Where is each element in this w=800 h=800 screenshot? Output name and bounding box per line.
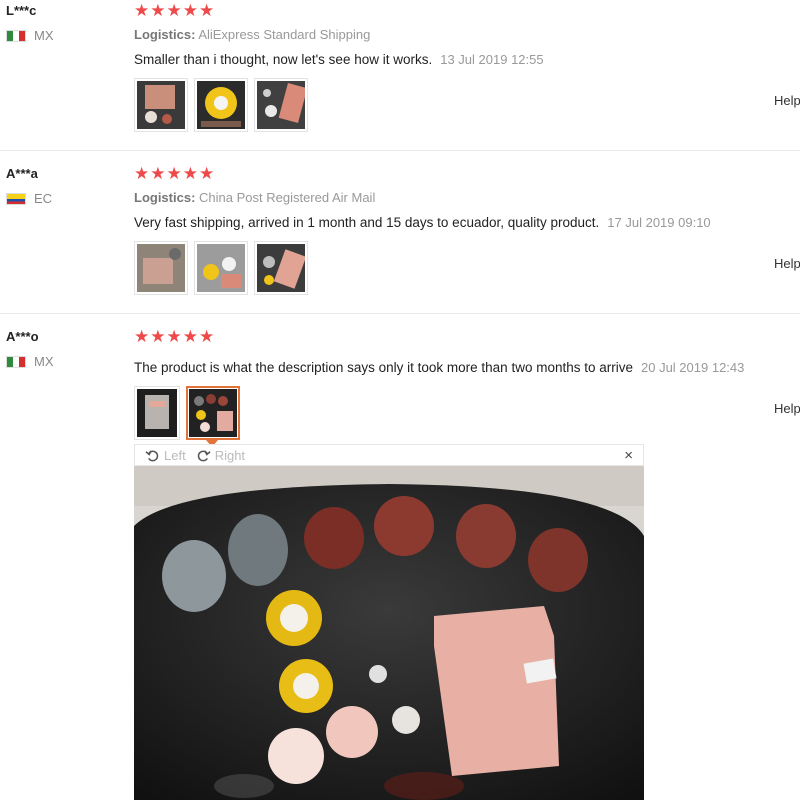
review-photo-thumbnail[interactable] <box>134 78 188 132</box>
review-text-line: The product is what the description says… <box>134 360 744 375</box>
review-date: 20 Jul 2019 12:43 <box>641 360 745 375</box>
review-photo-image <box>197 244 245 292</box>
flag-mx-icon <box>6 29 26 42</box>
review-photo-image <box>197 81 245 129</box>
logistics-info: Logistics: AliExpress Standard Shipping <box>134 27 370 42</box>
enlarged-photo-image <box>134 466 644 800</box>
review-photo-thumbnails <box>134 78 308 132</box>
reviewer-name: L***c <box>6 3 37 18</box>
review-photo-thumbnails <box>134 241 308 295</box>
reviewer-name: A***o <box>6 329 39 344</box>
review-text: Very fast shipping, arrived in 1 month a… <box>134 215 600 230</box>
flag-mx-icon <box>6 355 26 368</box>
review-photo-thumbnails <box>134 386 240 447</box>
logistics-label: Logistics: <box>134 27 196 42</box>
review-divider <box>0 150 800 151</box>
close-icon[interactable]: × <box>624 447 633 464</box>
review-item: A***a EC ★★★★★ Logistics: China Post Reg… <box>0 163 800 313</box>
help-link[interactable]: Help <box>774 401 800 416</box>
review-photo-thumbnail[interactable] <box>194 78 248 132</box>
review-date: 13 Jul 2019 12:55 <box>440 52 544 67</box>
logistics-info: Logistics: China Post Registered Air Mai… <box>134 190 375 205</box>
rotate-right-button[interactable]: Right <box>196 448 245 463</box>
review-photo-image <box>137 244 185 292</box>
review-divider <box>0 313 800 314</box>
review-text-line: Very fast shipping, arrived in 1 month a… <box>134 215 711 230</box>
star-rating: ★★★★★ <box>134 164 216 183</box>
country-code: MX <box>34 28 54 43</box>
star-rating: ★★★★★ <box>134 327 216 346</box>
reviewer-country: MX <box>6 28 54 43</box>
rotate-left-button[interactable]: Left <box>145 448 186 463</box>
reviewer-name: A***a <box>6 166 38 181</box>
star-rating: ★★★★★ <box>134 1 216 20</box>
country-code: EC <box>34 191 53 206</box>
logistics-value: AliExpress Standard Shipping <box>198 27 371 42</box>
flag-ec-icon <box>6 192 26 205</box>
rotate-left-label: Left <box>164 447 186 463</box>
review-photo-thumbnail[interactable] <box>134 241 188 295</box>
review-item: L***c MX ★★★★★ Logistics: AliExpress Sta… <box>0 0 800 150</box>
review-text-line: Smaller than i thought, now let's see ho… <box>134 52 544 67</box>
review-photo-thumbnail-selected[interactable] <box>186 386 240 447</box>
reviewer-country: EC <box>6 191 52 206</box>
reviewer-country: MX <box>6 354 54 369</box>
review-photo-thumbnail[interactable] <box>194 241 248 295</box>
enlarged-review-photo <box>134 466 644 800</box>
logistics-label: Logistics: <box>134 190 196 205</box>
country-code: MX <box>34 354 54 369</box>
rotate-right-icon <box>197 449 211 461</box>
review-photo-image <box>257 81 308 129</box>
help-link[interactable]: Help <box>774 256 800 271</box>
review-text: The product is what the description says… <box>134 360 633 375</box>
review-photo-image <box>137 81 185 129</box>
rotate-right-label: Right <box>214 447 246 463</box>
help-link[interactable]: Help <box>774 93 800 108</box>
review-photo-image <box>137 389 177 437</box>
review-date: 17 Jul 2019 09:10 <box>607 215 711 230</box>
review-text: Smaller than i thought, now let's see ho… <box>134 52 433 67</box>
review-photo-thumbnail[interactable] <box>254 78 308 132</box>
photo-viewer-toolbar: Left Right × <box>134 444 644 466</box>
review-photo-thumbnail[interactable] <box>134 386 180 440</box>
review-photo-image <box>257 244 307 292</box>
review-photo-image <box>189 389 237 437</box>
rotate-left-icon <box>145 449 159 461</box>
review-photo-thumbnail[interactable] <box>254 241 308 295</box>
logistics-value: China Post Registered Air Mail <box>199 190 376 205</box>
